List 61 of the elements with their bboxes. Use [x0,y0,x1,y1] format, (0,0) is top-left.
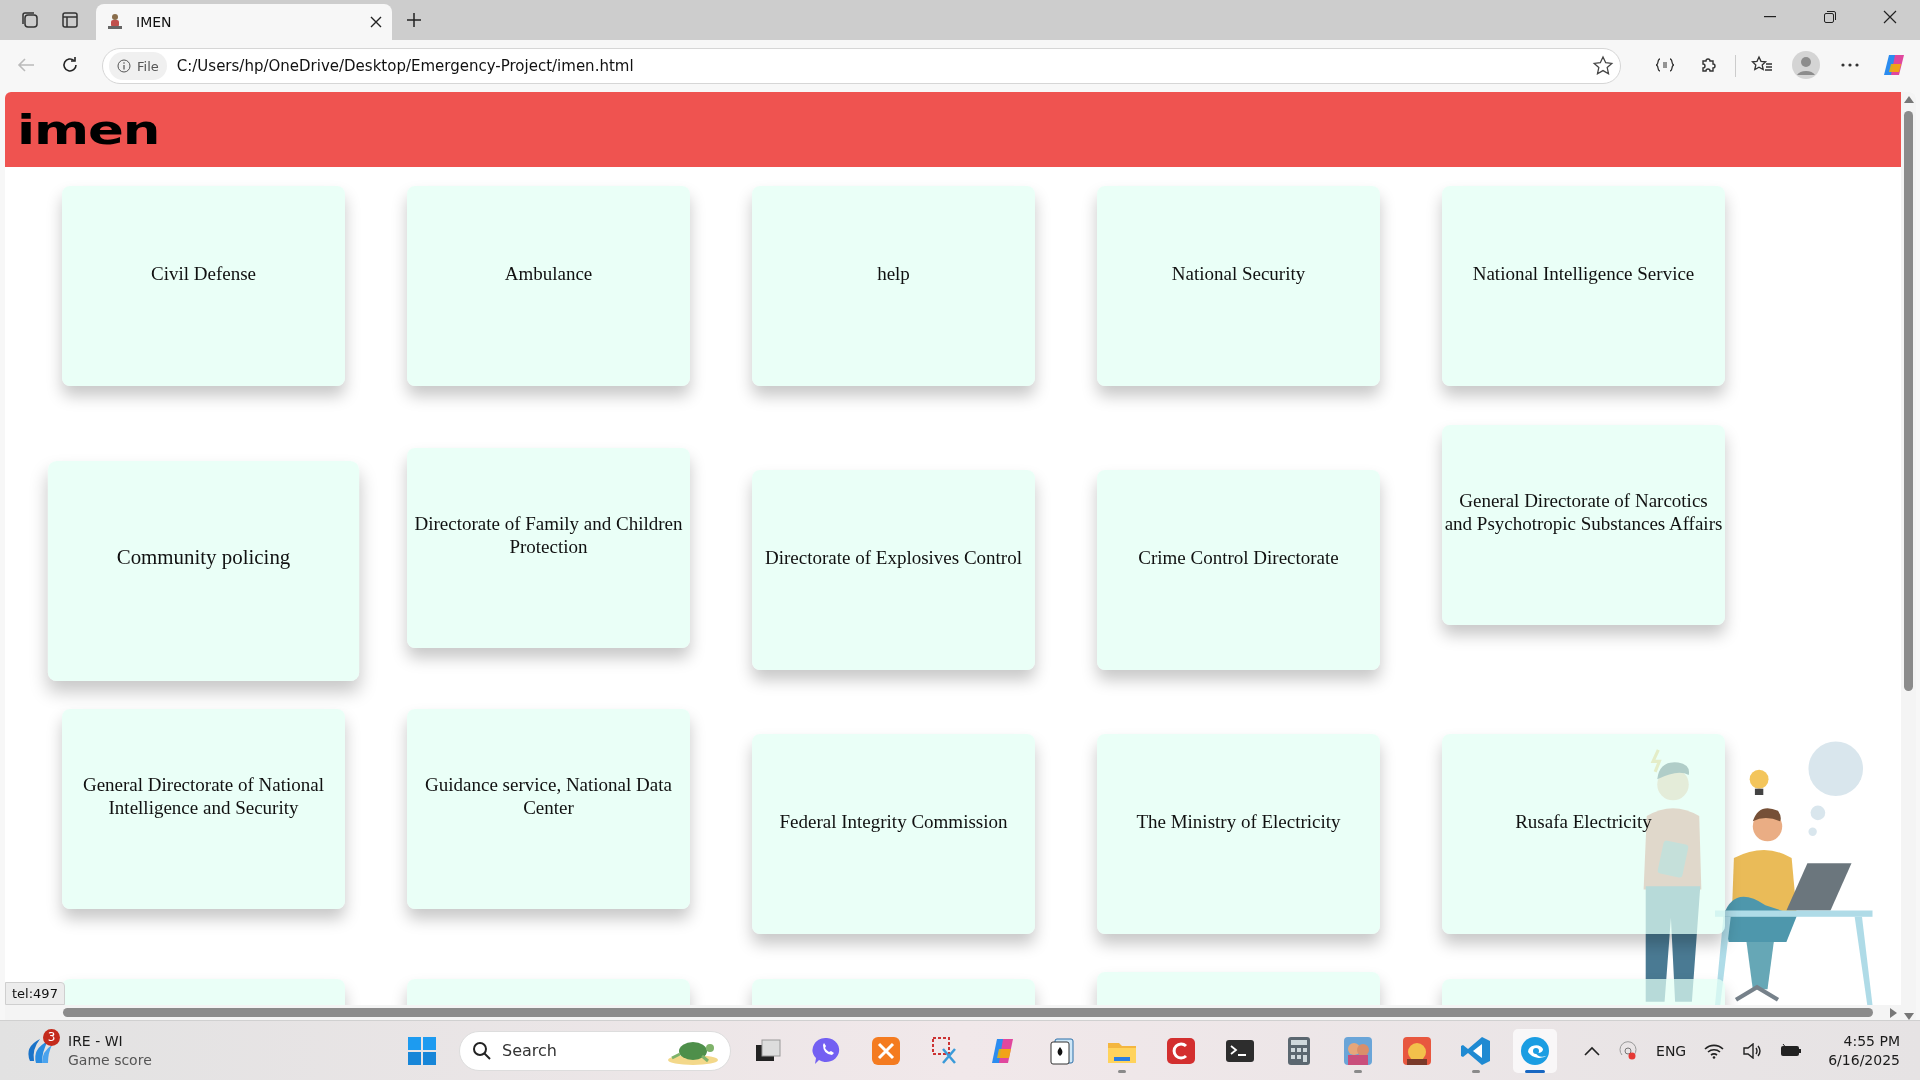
puzzle-icon [1699,55,1719,75]
avatar-icon [1792,51,1820,79]
site-logo: imen [17,108,160,151]
search-field[interactable]: Search [459,1030,731,1071]
game-tile-icon [1342,1034,1374,1067]
braces-icon [1655,58,1675,72]
service-card[interactable]: Directorate of Explosives Control [752,470,1035,670]
plus-icon [406,12,422,28]
service-card[interactable]: Civil Defense [62,186,345,386]
tab-title: IMEN [136,14,173,30]
weather-widget[interactable]: 3 IRE - WI Game score [20,1030,400,1071]
language-indicator[interactable]: ENG [1656,1042,1687,1059]
workspaces-icon [20,10,40,30]
service-card[interactable]: Crime Control Directorate [1097,470,1380,670]
service-card[interactable]: Rusafa Electricity [1442,734,1725,934]
service-card[interactable]: National Intelligence Service [1442,186,1725,386]
browser-wave-icon [1519,1034,1551,1067]
star-icon[interactable] [1592,55,1614,77]
service-card[interactable]: Guidance service, National Data Center [407,709,690,909]
link-status-text: tel:497 [5,982,65,1005]
service-card[interactable]: Directorate of Family and Children Protection [407,448,690,648]
service-card[interactable]: The Ministry of Electricity [1097,734,1380,934]
cross-square-icon [870,1034,902,1067]
clock[interactable]: 4:55 PM 6/16/2025 [1820,1031,1908,1070]
battery-icon[interactable] [1780,1043,1803,1058]
volume-icon[interactable] [1742,1042,1763,1059]
service-card[interactable]: Ambulance [407,186,690,386]
scroll-right-icon [1890,1007,1897,1018]
chevron-up-icon[interactable] [1584,1045,1601,1056]
more-icon [1841,63,1859,67]
sidebar-icon [60,10,80,30]
windows-logo-icon [407,1035,437,1066]
browser-tab[interactable]: IMEN [96,4,392,40]
vertical-scrollbar[interactable] [1901,92,1916,1020]
service-card[interactable]: Community policing [47,461,360,681]
widget-subtitle: Game score [68,1050,152,1070]
restore-icon [1824,11,1836,23]
broadcast-icon[interactable] [1618,1040,1639,1061]
game-tile-icon [1401,1034,1433,1067]
widget-title: IRE - WI [68,1031,124,1051]
url-text: C:/Users/hp/OneDrive/Desktop/Emergency-Project/imen.html [176,57,635,75]
address-bar[interactable]: File C:/Users/hp/OneDrive/Desktop/Emergency-Project/imen.html [102,48,1621,84]
info-icon [117,59,131,73]
code-editor-icon [1460,1034,1492,1067]
service-card[interactable]: help [752,186,1035,386]
service-card[interactable]: Federal Integrity Commission [752,734,1035,934]
minimize-icon [1764,16,1776,18]
back-arrow-icon [17,57,35,73]
favicon-figure-icon [106,13,124,31]
close-icon [1883,10,1897,24]
reload-icon [60,55,80,75]
service-card[interactable]: General Directorate of Narcotics and Psychotropic Substances Affairs [1442,425,1725,625]
close-icon[interactable] [370,16,382,28]
scroll-up-icon [1903,96,1914,103]
copilot-icon [1881,52,1907,78]
wifi-icon[interactable] [1704,1042,1725,1059]
service-card[interactable]: National Security [1097,186,1380,386]
service-card[interactable]: General Directorate of National Intelligence and Security [62,709,345,909]
site-info-button[interactable]: File [109,52,167,80]
notification-badge: 3 [43,1028,60,1046]
search-icon [472,1040,492,1061]
